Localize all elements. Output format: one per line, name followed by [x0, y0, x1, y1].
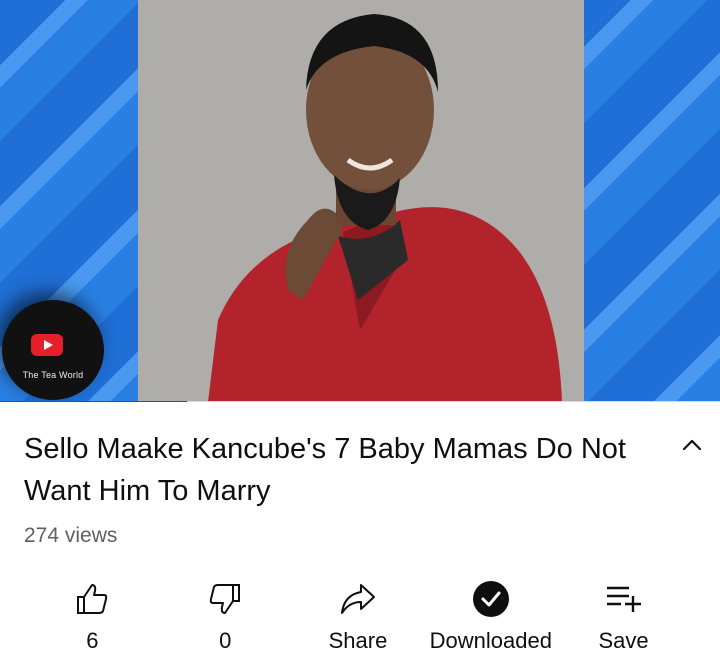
youtube-play-icon	[31, 334, 63, 356]
download-button[interactable]: Downloaded	[424, 576, 557, 666]
thumbnail-photo	[138, 0, 584, 402]
like-button[interactable]: 6	[26, 576, 159, 666]
chevron-up-icon	[682, 439, 702, 451]
channel-logo-text: The Tea World	[22, 370, 84, 380]
like-count: 6	[86, 628, 99, 653]
playback-progress-fill	[0, 401, 188, 402]
playback-progress-bar[interactable]	[0, 401, 720, 402]
dislike-button[interactable]: 0	[159, 576, 292, 666]
add-to-playlist-icon	[604, 579, 644, 619]
channel-logo: The Tea World	[2, 300, 104, 400]
thumbs-down-icon	[205, 579, 245, 619]
video-watch-page: The Tea World Sello Maake Kancube's 7 Ba…	[0, 0, 720, 666]
expand-description-button[interactable]	[674, 430, 710, 460]
downloaded-label: Downloaded	[429, 628, 552, 653]
share-button[interactable]: Share	[292, 576, 425, 666]
view-count: 274 views	[24, 524, 118, 547]
video-player[interactable]: The Tea World	[0, 0, 720, 402]
video-title: Sello Maake Kancube's 7 Baby Mamas Do No…	[24, 433, 626, 507]
action-bar: 6 0 Share Downloaded Save	[26, 576, 690, 666]
thumbs-up-icon	[72, 579, 112, 619]
share-icon	[338, 579, 378, 619]
downloaded-check-icon	[471, 579, 511, 619]
dislike-count: 0	[219, 628, 232, 653]
save-label: Save	[598, 628, 649, 653]
share-label: Share	[328, 628, 388, 653]
save-button[interactable]: Save	[557, 576, 690, 666]
